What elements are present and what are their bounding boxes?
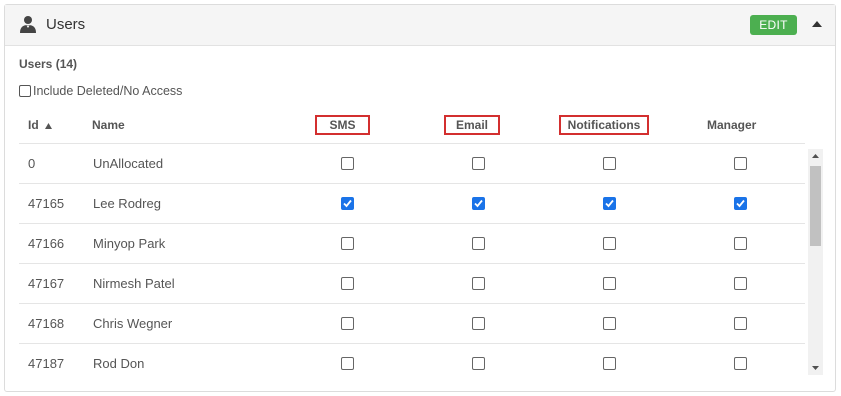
email-checkbox[interactable] xyxy=(472,317,485,330)
checkmark-icon xyxy=(736,199,745,208)
scroll-up-arrow-icon[interactable] xyxy=(808,149,823,163)
include-deleted-option[interactable]: Include Deleted/No Access xyxy=(19,84,182,98)
notifications-checkbox[interactable] xyxy=(603,317,616,330)
col-header-notifications[interactable]: Notifications xyxy=(559,115,649,135)
checkmark-icon xyxy=(474,199,483,208)
sms-checkbox[interactable] xyxy=(341,237,354,250)
include-deleted-label: Include Deleted/No Access xyxy=(33,84,183,98)
table-row: 47167 Nirmesh Patel xyxy=(19,263,805,304)
user-name-cell: Chris Wegner xyxy=(93,316,173,331)
table-row: 0 UnAllocated xyxy=(19,143,805,184)
panel-title: Users xyxy=(46,16,86,33)
user-icon xyxy=(20,16,36,33)
scroll-down-arrow-icon[interactable] xyxy=(808,361,823,375)
col-header-email[interactable]: Email xyxy=(444,115,500,135)
table-row: 47165 Lee Rodreg xyxy=(19,183,805,224)
col-header-manager[interactable]: Manager xyxy=(707,118,756,132)
edit-button[interactable]: EDIT xyxy=(750,15,797,35)
email-checkbox[interactable] xyxy=(472,197,485,210)
panel-header: Users EDIT xyxy=(5,5,835,46)
chevron-up-icon[interactable] xyxy=(811,20,823,28)
notifications-checkbox[interactable] xyxy=(603,237,616,250)
checkmark-icon xyxy=(343,199,352,208)
users-count: Users (14) xyxy=(19,57,78,71)
email-checkbox[interactable] xyxy=(472,277,485,290)
notifications-checkbox[interactable] xyxy=(603,277,616,290)
user-id-cell: 47167 xyxy=(28,276,65,291)
email-checkbox[interactable] xyxy=(472,157,485,170)
email-checkbox[interactable] xyxy=(472,357,485,370)
scroll-thumb[interactable] xyxy=(810,166,821,246)
user-name-cell: Nirmesh Patel xyxy=(93,276,175,291)
notifications-checkbox[interactable] xyxy=(603,197,616,210)
checkmark-icon xyxy=(605,199,614,208)
table-row: 47166 Minyop Park xyxy=(19,223,805,264)
user-id-cell: 47168 xyxy=(28,316,65,331)
sort-asc-icon xyxy=(45,123,53,129)
user-id-cell: 47166 xyxy=(28,236,65,251)
include-deleted-checkbox[interactable] xyxy=(19,85,31,97)
scrollbar[interactable] xyxy=(808,149,823,375)
user-id-cell: 47165 xyxy=(28,196,65,211)
sms-checkbox[interactable] xyxy=(341,157,354,170)
manager-checkbox[interactable] xyxy=(734,157,747,170)
users-panel: Users EDIT Users (14) Include Deleted/No… xyxy=(4,4,836,392)
sms-checkbox[interactable] xyxy=(341,317,354,330)
col-header-id[interactable]: Id xyxy=(28,118,53,132)
sms-checkbox[interactable] xyxy=(341,277,354,290)
notifications-checkbox[interactable] xyxy=(603,157,616,170)
user-name-cell: Lee Rodreg xyxy=(93,196,161,211)
sms-checkbox[interactable] xyxy=(341,357,354,370)
user-name-cell: Minyop Park xyxy=(93,236,166,251)
email-checkbox[interactable] xyxy=(472,237,485,250)
manager-checkbox[interactable] xyxy=(734,317,747,330)
notifications-checkbox[interactable] xyxy=(603,357,616,370)
users-table: 0 UnAllocated 47165 Lee Rodreg 47166 Minyop P… xyxy=(19,143,822,375)
manager-checkbox[interactable] xyxy=(734,197,747,210)
user-name-cell: Rod Don xyxy=(93,356,145,371)
sms-checkbox[interactable] xyxy=(341,197,354,210)
manager-checkbox[interactable] xyxy=(734,277,747,290)
user-name-cell: UnAllocated xyxy=(93,156,164,171)
user-id-cell: 0 xyxy=(28,156,36,171)
col-header-name[interactable]: Name xyxy=(92,118,125,132)
col-header-sms[interactable]: SMS xyxy=(315,115,370,135)
table-row: 47168 Chris Wegner xyxy=(19,303,805,344)
user-id-cell: 47187 xyxy=(28,356,65,371)
table-row: 47187 Rod Don xyxy=(19,343,805,375)
manager-checkbox[interactable] xyxy=(734,237,747,250)
manager-checkbox[interactable] xyxy=(734,357,747,370)
